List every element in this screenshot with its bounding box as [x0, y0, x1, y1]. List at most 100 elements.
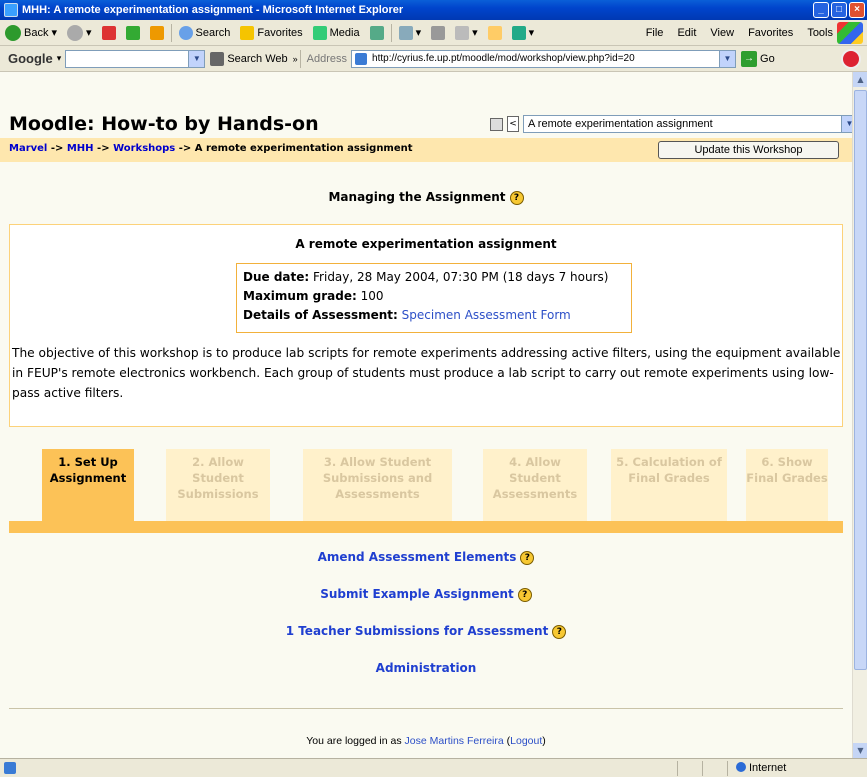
tab-underline [9, 521, 843, 533]
scroll-down-icon[interactable]: ▼ [853, 743, 867, 758]
chevron-down-icon[interactable]: ▼ [719, 50, 736, 67]
submit-example-link[interactable]: Submit Example Assignment [320, 587, 514, 601]
scroll-thumb[interactable] [854, 90, 867, 670]
home-icon [149, 25, 164, 40]
user-profile-link[interactable]: Jose Martins Ferreira [405, 735, 504, 747]
action-links: Amend Assessment Elements? Submit Exampl… [0, 550, 852, 698]
breadcrumb-workshops[interactable]: Workshops [113, 143, 175, 154]
tab-phase-1[interactable]: 1. Set Up Assignment [42, 449, 134, 521]
page-icon [355, 52, 368, 65]
messenger-icon [511, 25, 526, 40]
favorites-button[interactable]: Favorites [235, 22, 307, 44]
messenger-button[interactable]: ▾ [507, 22, 540, 44]
security-zone: Internet [727, 761, 847, 776]
tab-phase-6[interactable]: 6. Show Final Grades [746, 449, 828, 521]
tab-phase-3[interactable]: 3. Allow Student Submissions and Assessm… [303, 449, 452, 521]
media-button[interactable]: Media [308, 22, 365, 44]
print-icon [431, 25, 446, 40]
maximize-button[interactable]: □ [831, 2, 847, 18]
logout-link[interactable]: Logout [510, 735, 542, 747]
breadcrumb-current: A remote experimentation assignment [194, 143, 413, 154]
login-info: You are logged in as Jose Martins Ferrei… [306, 735, 546, 747]
managing-heading: Managing the Assignment? [0, 190, 852, 205]
mail-icon [398, 25, 413, 40]
google-search-input[interactable]: ▼ [65, 49, 206, 68]
media-icon [312, 25, 327, 40]
menu-edit[interactable]: Edit [677, 27, 696, 39]
print-button[interactable] [426, 22, 450, 44]
status-bar: Internet [0, 758, 867, 777]
go-button[interactable]: → Go [736, 48, 780, 70]
maximum-grade: 100 [360, 289, 384, 303]
help-icon[interactable]: ? [552, 624, 567, 639]
history-button[interactable] [365, 22, 389, 44]
amend-elements-link[interactable]: Amend Assessment Elements [318, 550, 517, 564]
chevron-down-icon[interactable]: ▼ [841, 116, 852, 132]
assignment-title: A remote experimentation assignment [295, 237, 557, 251]
search-web-button[interactable]: Search Web [205, 48, 292, 70]
forward-arrow-icon [67, 24, 83, 41]
phase-tabs: 1. Set Up Assignment 2. Allow Student Su… [9, 449, 843, 533]
vertical-scrollbar[interactable]: ▲ ▼ [852, 72, 867, 758]
forward-button[interactable]: ▾ [62, 22, 97, 44]
close-button[interactable]: × [849, 2, 865, 18]
help-icon[interactable]: ? [517, 587, 532, 602]
discuss-button[interactable] [483, 22, 507, 44]
search-icon [178, 25, 193, 40]
help-icon[interactable]: ? [509, 190, 524, 205]
menu-favorites[interactable]: Favorites [748, 27, 793, 39]
discuss-icon [487, 25, 502, 40]
tab-phase-4[interactable]: 4. Allow Student Assessments [483, 449, 587, 521]
address-label: Address [306, 52, 348, 65]
breadcrumb: Marvel -> MHH -> Workshops -> A remote e… [9, 143, 413, 154]
stop-icon [101, 25, 116, 40]
tab-phase-5[interactable]: 5. Calculation of Final Grades [611, 449, 727, 521]
breadcrumb-mhh[interactable]: MHH [67, 143, 94, 154]
globe-icon [736, 762, 746, 772]
menu-view[interactable]: View [710, 27, 734, 39]
assignment-info: Due date: Friday, 28 May 2004, 07:30 PM … [236, 263, 632, 333]
administration-link[interactable]: Administration [376, 661, 477, 675]
tab-phase-2[interactable]: 2. Allow Student Submissions [166, 449, 270, 521]
back-button[interactable]: Back ▾ [0, 22, 62, 44]
scroll-up-icon[interactable]: ▲ [853, 72, 867, 87]
address-toolbar: Google ▾ ▼ Search Web » Address http://c… [0, 46, 867, 72]
go-arrow-icon: → [741, 50, 758, 67]
standard-toolbar: Back ▾ ▾ Search Favorites Media ▾ ▾ ▾ Fi… [0, 20, 867, 46]
window-title: MHH: A remote experimentation assignment… [22, 4, 404, 16]
chevron-down-icon[interactable]: ▼ [188, 50, 205, 67]
history-icon [369, 25, 384, 40]
ie-app-icon [4, 3, 18, 17]
page-status-icon [4, 762, 16, 774]
star-icon [240, 25, 255, 40]
edit-icon [455, 25, 470, 40]
due-date: Friday, 28 May 2004, 07:30 PM (18 days 7… [313, 270, 609, 284]
address-input[interactable]: http://cyrius.fe.up.pt/moodle/mod/worksh… [351, 49, 737, 68]
site-title: Moodle: How-to by Hands-on [9, 113, 319, 135]
minimize-button[interactable]: _ [813, 2, 829, 18]
help-icon[interactable]: ? [520, 550, 535, 565]
mail-button[interactable]: ▾ [394, 22, 427, 44]
binoculars-icon [210, 51, 225, 66]
menu-tools[interactable]: Tools [807, 27, 833, 39]
activity-select[interactable]: A remote experimentation assignment ▼ [523, 115, 852, 133]
stop-button[interactable] [97, 22, 121, 44]
menu-file[interactable]: File [646, 27, 664, 39]
home-button[interactable] [145, 22, 169, 44]
refresh-button[interactable] [121, 22, 145, 44]
update-workshop-button[interactable]: Update this Workshop [658, 141, 839, 159]
assignment-description: The objective of this workshop is to pro… [12, 346, 841, 400]
breadcrumb-marvel[interactable]: Marvel [9, 143, 47, 154]
acrobat-icon[interactable] [841, 49, 861, 69]
assessment-form-link[interactable]: Specimen Assessment Form [402, 308, 571, 322]
windows-logo-icon [837, 22, 863, 44]
teacher-submissions-link[interactable]: 1 Teacher Submissions for Assessment [286, 624, 549, 638]
search-button[interactable]: Search [174, 22, 236, 44]
google-brand[interactable]: Google [0, 51, 53, 66]
page-viewport: Moodle: How-to by Hands-on < A remote ex… [0, 72, 852, 758]
back-arrow-icon [5, 24, 21, 41]
window-titlebar: MHH: A remote experimentation assignment… [0, 0, 867, 20]
edit-button[interactable]: ▾ [450, 22, 483, 44]
refresh-icon [125, 25, 140, 40]
previous-activity-button[interactable]: < [507, 116, 519, 132]
